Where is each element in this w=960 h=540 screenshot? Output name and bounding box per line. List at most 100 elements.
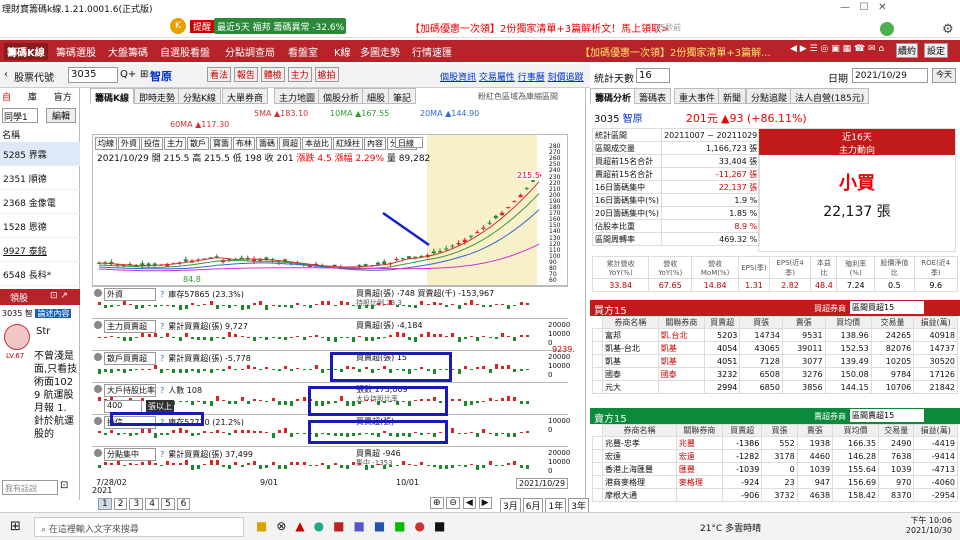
table-row[interactable]: 港商麥格理 麥格理 -924 23 947 156.69 970 -4060 (592, 475, 958, 489)
close-icon[interactable]: ✕ (878, 2, 886, 13)
back-icon[interactable]: ‹ (4, 69, 8, 80)
period-button[interactable]: 1年 (545, 498, 567, 513)
table-row[interactable]: 元大 2994 6850 3856 144.15 10706 21842 (592, 380, 958, 394)
today-button[interactable]: 今天 (932, 68, 956, 83)
row-checkbox[interactable] (592, 354, 603, 368)
column-header[interactable]: 券商名稱 (602, 316, 659, 329)
row-checkbox[interactable] (592, 380, 603, 394)
sell-select[interactable]: 區間賣超15 (850, 409, 924, 422)
link-info[interactable]: 個股資訊 (440, 73, 476, 83)
tab-realtime[interactable]: 即時走勢 (134, 88, 181, 104)
chat-icon[interactable] (880, 22, 894, 36)
chat-tab-main[interactable]: 領股 (10, 291, 28, 304)
row-checkbox[interactable] (592, 341, 603, 355)
menu-item-market[interactable]: 大盤籌碼 (108, 44, 148, 59)
row-checkbox[interactable] (592, 488, 603, 502)
column-header[interactable]: 關聯券商 (675, 424, 723, 437)
tab-main-map[interactable]: 主力地圖 (274, 88, 321, 104)
column-header[interactable]: 券商名稱 (602, 424, 677, 437)
close-icon[interactable] (94, 321, 102, 329)
right-tab[interactable]: 法人自營(185元) (790, 88, 870, 104)
chat-input[interactable]: 我有話說 (2, 480, 58, 495)
menu-item-watchlist[interactable]: 自選股看盤 (160, 44, 210, 59)
menu-item-quotes[interactable]: 行情速匯 (412, 44, 452, 59)
indicator-name[interactable]: 主力買賣超 (104, 320, 156, 333)
period-button[interactable]: 6月 (522, 498, 544, 513)
column-header[interactable]: 損益(萬) (913, 424, 958, 437)
zoom-out-icon[interactable]: ⊖ (446, 497, 460, 509)
xbox-icon[interactable]: ⊗ (276, 519, 295, 533)
column-header[interactable]: 買賣超 (721, 424, 763, 437)
menu-ticker[interactable]: 【加碼優惠一次領】2份獨家清單+3篇解... (580, 44, 780, 59)
tab-blind[interactable]: 盲方 (54, 93, 72, 103)
group-select[interactable]: 同學1 (2, 108, 38, 123)
indicator-name[interactable]: 外資 (104, 288, 156, 301)
column-header[interactable]: 買均價 (824, 316, 872, 329)
tool-main-button[interactable]: 主力 (287, 67, 312, 82)
list-item[interactable]: 9927 泰銘 (0, 238, 80, 262)
settings-button[interactable]: 設定 (924, 43, 948, 58)
tab-branch-k[interactable]: 分點K線 (178, 88, 221, 104)
menu-brand[interactable]: 籌碼K線 (4, 43, 48, 60)
list-item[interactable]: 6548 長科* (0, 262, 80, 286)
column-header[interactable]: 賣張 (781, 316, 826, 329)
row-checkbox[interactable] (592, 367, 603, 381)
stock-code-input[interactable]: 3035 (68, 67, 118, 83)
compare-icon[interactable]: ⊞ (140, 69, 148, 80)
column-header[interactable]: 交易量 (878, 424, 915, 437)
renew-button[interactable]: 續約 (896, 43, 918, 58)
table-row[interactable]: 摩根大通 -906 3732 4638 158.42 8370 -2954 (592, 488, 958, 502)
indicator-panel[interactable]: 分點集中? 累計買賣超(張) 37,499 買賣超 -946 集中 -1353 2000… (92, 446, 570, 478)
column-header[interactable]: 交易量 (870, 316, 915, 329)
tab-analysis[interactable]: 個股分析 (318, 88, 365, 104)
right-tab[interactable]: 籌碼分析 (590, 88, 637, 104)
list-item[interactable]: 2351 順德 (0, 166, 80, 190)
teams-icon[interactable]: ■ (353, 519, 373, 533)
stat-days-select[interactable]: 16 (636, 68, 670, 83)
link-trade[interactable]: 交易屬性 (479, 73, 515, 83)
app-icon[interactable]: ■ (333, 519, 353, 533)
tool-snap-button[interactable]: 搶拍 (314, 67, 339, 82)
close-icon[interactable] (94, 289, 102, 297)
chrome-icon[interactable]: ● (314, 519, 333, 533)
page-button[interactable]: 5 (160, 498, 175, 510)
search-icon[interactable]: Q+ (120, 69, 136, 80)
right-tab[interactable]: 分點追蹤 (746, 88, 793, 104)
table-row[interactable]: 國泰 國泰 3232 6508 3276 150.08 9784 17126 (592, 367, 958, 381)
headline-link[interactable]: 【加碼優惠一次領】2份獨家清單+3篇解析文！馬上領取> (410, 20, 669, 35)
period-button[interactable]: 3月 (500, 498, 521, 513)
edit-button[interactable]: 編輯 (46, 108, 76, 123)
period-button[interactable]: 3年 (568, 498, 589, 513)
menu-item-kline[interactable]: K線 (334, 44, 351, 59)
link-track[interactable]: 刻價追蹤 (548, 73, 584, 83)
indicator-panel[interactable]: 主力買賣超? 累計買賣超(張) 9,727 買賣超(張) -4,184 20000 10… (92, 318, 570, 350)
windows-icon[interactable]: ⊞ (10, 519, 21, 534)
column-header[interactable]: 買均價 (832, 424, 880, 437)
right-tab[interactable]: 新聞 (718, 88, 747, 104)
promo-banner[interactable]: 最近5天 福邦 籌碼異常 -32.6% (214, 18, 346, 34)
page-button[interactable]: 6 (176, 498, 191, 510)
next-icon[interactable]: ▶ (478, 497, 492, 509)
tab-self[interactable]: 自 (2, 93, 11, 103)
tab-detail[interactable]: 細股 (362, 88, 391, 104)
close-icon[interactable] (94, 417, 102, 425)
tab-big-order[interactable]: 大單券商 (222, 88, 269, 104)
table-row[interactable]: 兆豐-忠孝 兆豐 -1386 552 1938 166.35 2490 -4419 (592, 436, 958, 450)
price-chart[interactable]: 均線外資投信主力散戶寶籌布林籌碼買超本益比紅綠柱內容分價量 日線 2021/10… (92, 134, 568, 286)
buy-select[interactable]: 區間買超15 (850, 301, 924, 314)
column-header[interactable]: 買賣超 (703, 316, 741, 329)
help-icon[interactable]: ? (160, 354, 164, 363)
word-icon[interactable]: ■ (374, 519, 394, 533)
tab-inventory[interactable]: 庫 (28, 93, 37, 103)
column-header[interactable]: 賣張 (796, 424, 834, 437)
date-input[interactable]: 2021/10/29 (852, 68, 928, 83)
column-header[interactable]: 買張 (739, 316, 783, 329)
tool-check-button[interactable]: 體檢 (260, 67, 285, 82)
indicator-name[interactable]: 散戶買賣超 (104, 352, 156, 365)
column-header[interactable]: 買張 (761, 424, 798, 437)
tool-report-button[interactable]: 報告 (233, 67, 258, 82)
page-button[interactable]: 3 (129, 498, 144, 510)
tab-kline[interactable]: 籌碼K線 (90, 88, 134, 104)
clock[interactable]: 下午 10:06 2021/10/30 (882, 515, 952, 535)
help-icon[interactable]: ? (160, 290, 164, 299)
